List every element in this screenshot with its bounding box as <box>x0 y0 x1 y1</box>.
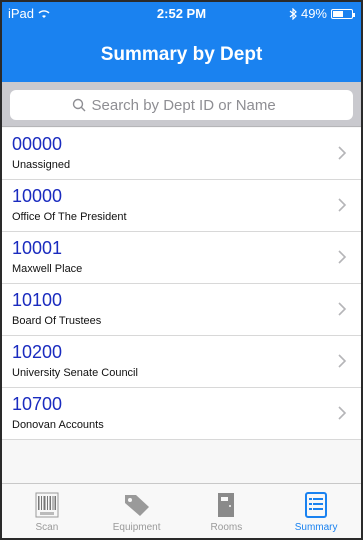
list-item[interactable]: 10700 Donovan Accounts <box>2 388 361 440</box>
chevron-right-icon <box>338 354 347 368</box>
dept-code: 10200 <box>12 342 63 362</box>
search-input[interactable] <box>91 96 292 114</box>
list-item[interactable]: 10001 Maxwell Place <box>2 232 361 284</box>
battery-percent: 49% <box>300 6 327 21</box>
list-item[interactable]: 10000 Office Of The President <box>2 180 361 232</box>
tab-label: Equipment <box>112 522 161 533</box>
tab-summary[interactable]: Summary <box>271 484 361 538</box>
app-frame: iPad 2:52 PM 49% Summary by Dept Search … <box>0 0 363 540</box>
dept-code: 10001 <box>12 238 63 258</box>
status-right: 49% <box>289 6 355 21</box>
chevron-right-icon <box>338 302 347 316</box>
tab-scan[interactable]: Scan <box>2 484 92 538</box>
tab-label: Summary <box>294 522 338 533</box>
dept-name: University Senate Council <box>12 367 138 379</box>
barcode-icon <box>35 492 59 518</box>
page-title: Summary by Dept <box>100 44 263 65</box>
tab-label: Rooms <box>210 522 243 533</box>
tab-rooms[interactable]: Rooms <box>182 484 272 538</box>
dept-code: 10100 <box>12 290 63 310</box>
dept-name: Office Of The President <box>12 211 127 223</box>
dept-name: Maxwell Place <box>12 263 83 275</box>
chevron-right-icon <box>338 250 347 264</box>
dept-code: 10700 <box>12 394 63 414</box>
tab-bar: Scan Equipment Rooms Summary <box>2 483 361 538</box>
dept-code: 00000 <box>12 134 63 154</box>
dept-name: Unassigned <box>12 159 71 171</box>
battery-icon <box>331 8 355 19</box>
status-bar: iPad 2:52 PM 49% <box>2 4 361 24</box>
dept-name: Board Of Trustees <box>12 315 102 327</box>
tab-equipment[interactable]: Equipment <box>92 484 182 538</box>
tag-icon <box>124 495 149 516</box>
list-item[interactable]: 00000 Unassigned <box>2 128 361 180</box>
search-bar <box>2 82 361 127</box>
bluetooth-icon <box>289 7 297 20</box>
list-item[interactable]: 10200 University Senate Council <box>2 336 361 388</box>
search-icon <box>72 98 85 112</box>
header: iPad 2:52 PM 49% Summary by Dept <box>2 2 361 82</box>
search-field[interactable] <box>10 90 353 120</box>
chevron-right-icon <box>338 146 347 160</box>
chevron-right-icon <box>338 406 347 420</box>
dept-code: 10000 <box>12 186 63 206</box>
tab-label: Scan <box>35 522 59 533</box>
dept-name: Donovan Accounts <box>12 419 104 431</box>
department-list: 00000 Unassigned 10000 Office Of The Pre… <box>2 128 361 440</box>
list-icon <box>305 492 328 518</box>
chevron-right-icon <box>338 198 347 212</box>
door-icon <box>218 493 235 517</box>
list-item[interactable]: 10100 Board Of Trustees <box>2 284 361 336</box>
